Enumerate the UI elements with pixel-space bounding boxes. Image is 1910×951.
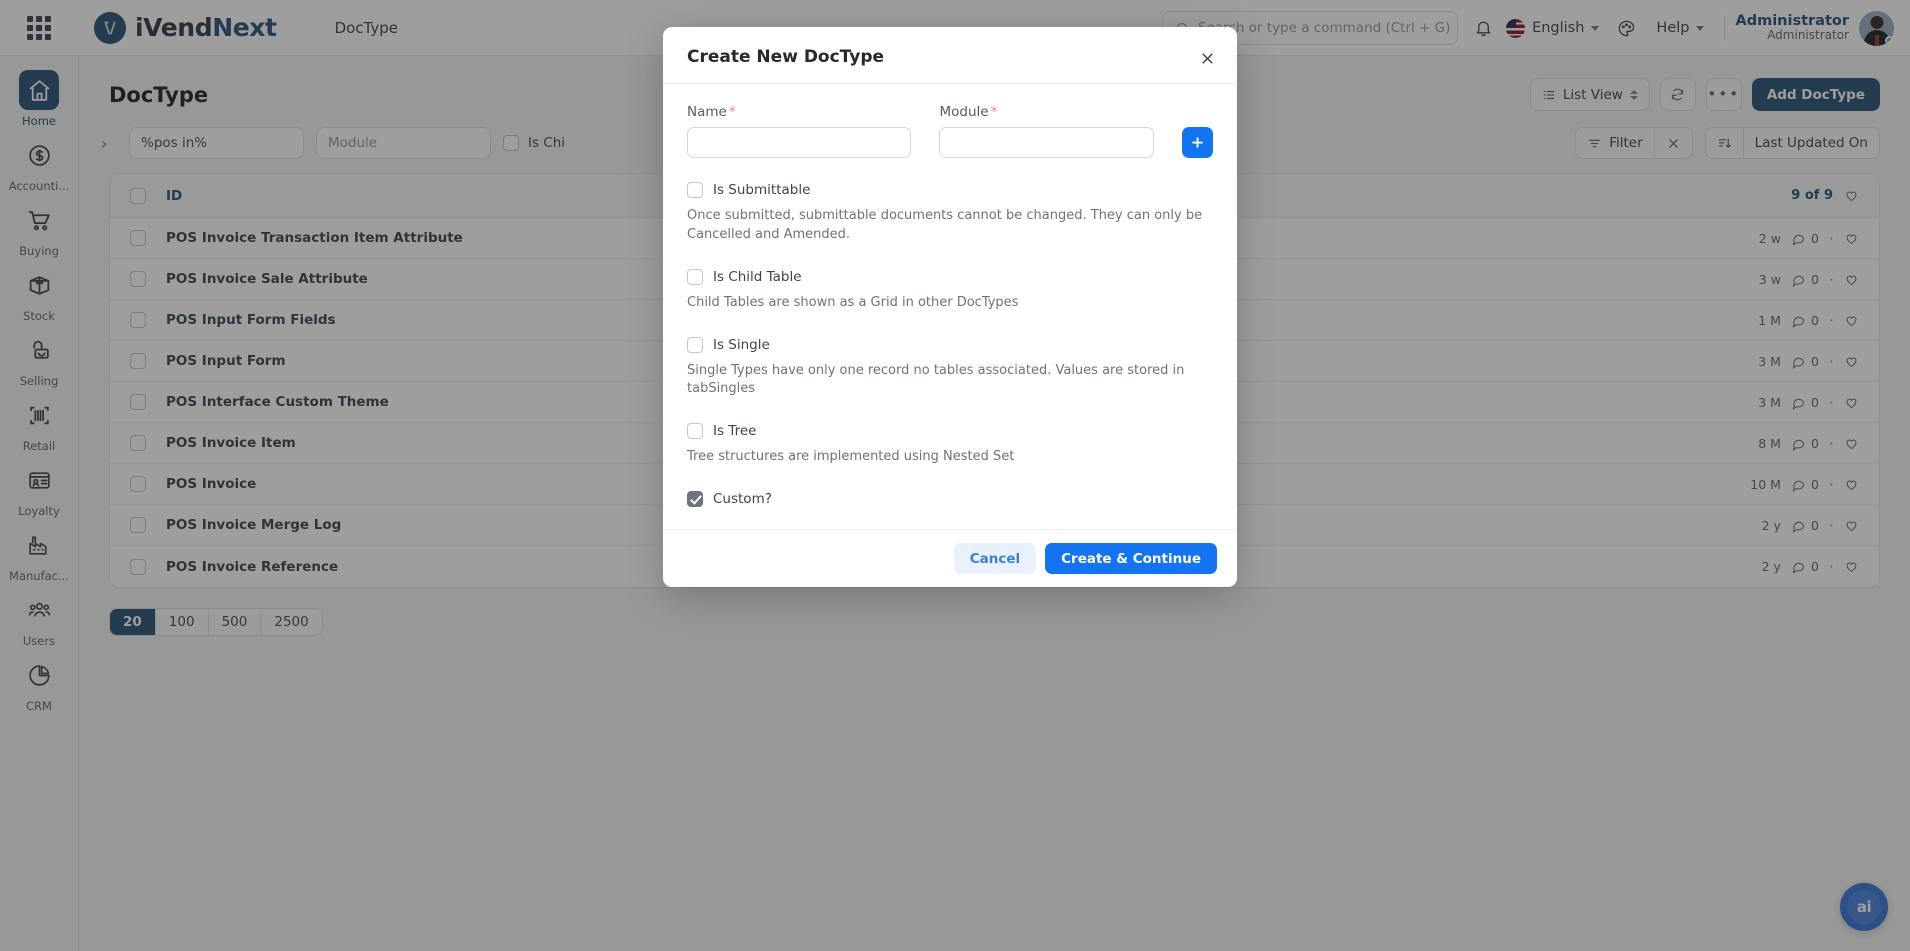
- modal-title: Create New DocType: [687, 47, 885, 67]
- is-single-checkbox[interactable]: [687, 336, 703, 353]
- is-child-table-label: Is Child Table: [713, 268, 802, 285]
- is-submittable-help: Once submitted, submittable documents ca…: [687, 208, 1203, 242]
- modal-header: Create New DocType: [663, 27, 1237, 84]
- required-asterisk: *: [990, 104, 998, 120]
- add-module-button[interactable]: [1182, 127, 1213, 158]
- is-single-row[interactable]: Is Single: [687, 336, 1213, 353]
- name-field-group: Name *: [687, 104, 912, 158]
- module-field-label: Module *: [939, 104, 998, 120]
- is-tree-help: Tree structures are implemented using Ne…: [687, 449, 1015, 465]
- cancel-button[interactable]: Cancel: [953, 543, 1037, 575]
- plus-icon: [1192, 137, 1203, 148]
- modal-close-button[interactable]: [1195, 46, 1219, 70]
- is-tree-label: Is Tree: [713, 423, 757, 440]
- module-field-group: Module *: [939, 104, 1154, 158]
- is-child-table-row[interactable]: Is Child Table: [687, 268, 1213, 285]
- name-input[interactable]: [687, 127, 912, 158]
- is-tree-row[interactable]: Is Tree: [687, 423, 1213, 440]
- is-tree-checkbox[interactable]: [687, 423, 703, 440]
- modal-body: Name * Module * Is Submittable Once submit…: [663, 84, 1237, 529]
- modal-footer: Cancel Create & Continue: [663, 529, 1237, 587]
- name-module-row: Name * Module *: [687, 104, 1213, 158]
- is-child-table-help: Child Tables are shown as a Grid in othe…: [687, 294, 1019, 310]
- custom-checkbox[interactable]: [687, 491, 703, 508]
- close-icon: [1202, 53, 1212, 63]
- required-asterisk: *: [728, 104, 736, 120]
- create-and-continue-button[interactable]: Create & Continue: [1045, 543, 1217, 575]
- module-input[interactable]: [939, 127, 1154, 158]
- is-submittable-label: Is Submittable: [713, 182, 811, 198]
- is-single-help: Single Types have only one record no tab…: [687, 362, 1185, 397]
- create-doctype-modal: Create New DocType Name * Module * Is Su…: [663, 27, 1237, 588]
- is-submittable-row[interactable]: Is Submittable: [687, 182, 1213, 198]
- app-root: iVendNext DocType Search or type a comma…: [0, 0, 1910, 951]
- name-field-label: Name *: [687, 104, 736, 120]
- is-child-table-checkbox[interactable]: [687, 268, 703, 285]
- custom-row[interactable]: Custom?: [687, 491, 1213, 508]
- is-single-label: Is Single: [713, 336, 770, 353]
- is-submittable-checkbox[interactable]: [687, 182, 703, 198]
- custom-label: Custom?: [713, 491, 772, 508]
